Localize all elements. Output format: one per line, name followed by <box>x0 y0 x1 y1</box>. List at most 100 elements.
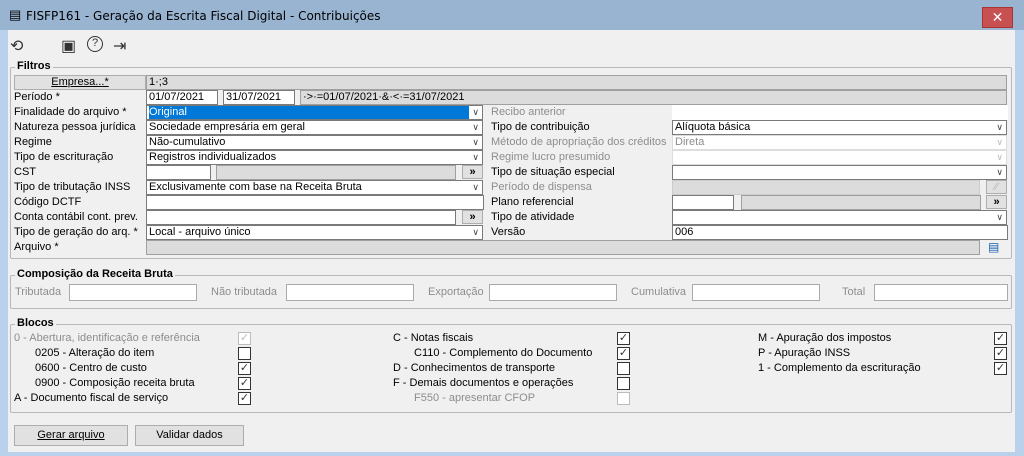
bloco-checkbox[interactable] <box>238 347 251 360</box>
blocos-legend: Blocos <box>15 317 56 329</box>
window-title: FISFP161 - Geração da Escrita Fiscal Dig… <box>26 9 381 23</box>
conta-input[interactable] <box>146 210 456 225</box>
arquivo-input[interactable] <box>146 240 980 255</box>
geracao-value: Local - arquivo único <box>149 226 251 238</box>
cst-description <box>216 165 456 180</box>
bloco-checkbox[interactable] <box>617 362 630 375</box>
bloco-label: 0900 - Composição receita bruta <box>35 377 195 389</box>
exportacao-label: Exportação <box>428 286 484 298</box>
atividade-select[interactable]: ∨ <box>672 210 1007 225</box>
chevron-down-icon: ∨ <box>996 167 1003 177</box>
periodo-expression: ·>·=01/07/2021·&·<·=31/07/2021 <box>300 90 1007 105</box>
total-input[interactable] <box>874 284 1008 301</box>
bloco-checkbox[interactable]: ✓ <box>238 392 251 405</box>
plano-lookup-button[interactable]: » <box>986 195 1007 209</box>
bloco-label: C110 - Complemento do Documento <box>414 347 593 359</box>
finalidade-value: Original <box>149 106 469 119</box>
inss-value: Exclusivamente com base na Receita Bruta <box>149 181 362 193</box>
contribuicao-value: Alíquota básica <box>675 121 751 133</box>
cst-label: CST <box>14 166 36 178</box>
bloco-checkbox <box>617 392 630 405</box>
dctf-label: Código DCTF <box>14 196 82 208</box>
bloco-label: F - Demais documentos e operações <box>393 377 574 389</box>
lucro-label: Regime lucro presumido <box>491 151 611 163</box>
escrituracao-value: Registros individualizados <box>149 151 277 163</box>
contribuicao-select[interactable]: Alíquota básica ∨ <box>672 120 1007 135</box>
contribuicao-label: Tipo de contribuição <box>491 121 590 133</box>
periodo-start-input[interactable]: 01/07/2021 <box>146 90 218 105</box>
regime-select[interactable]: Não-cumulativo ∨ <box>146 135 483 150</box>
dispensa-label: Período de dispensa <box>491 181 592 193</box>
cumulativa-label: Cumulativa <box>631 286 687 298</box>
chevron-down-icon: ∨ <box>472 227 479 237</box>
nao-tributada-label: Não tributada <box>211 286 278 298</box>
bloco-label: C - Notas fiscais <box>393 332 474 344</box>
dctf-input[interactable] <box>146 195 484 210</box>
filtros-legend: Filtros <box>15 60 53 72</box>
conta-label: Conta contábil cont. prev. <box>14 211 138 223</box>
chevron-down-icon: ∨ <box>996 137 1003 147</box>
escrituracao-select[interactable]: Registros individualizados ∨ <box>146 150 483 165</box>
help-icon[interactable]: ? <box>87 36 103 52</box>
cst-lookup-button[interactable]: » <box>462 165 483 179</box>
bloco-checkbox[interactable]: ✓ <box>238 362 251 375</box>
inss-select[interactable]: Exclusivamente com base na Receita Bruta… <box>146 180 483 195</box>
bloco-checkbox[interactable]: ✓ <box>238 377 251 390</box>
validar-label: Validar dados <box>156 429 223 441</box>
bloco-checkbox[interactable]: ✓ <box>994 362 1007 375</box>
finalidade-select[interactable]: Original ∨ <box>146 105 483 120</box>
undo-icon[interactable]: ⟲ <box>10 36 23 56</box>
plano-input[interactable] <box>672 195 734 210</box>
chevron-down-icon: ∨ <box>996 122 1003 132</box>
gerar-arquivo-button[interactable]: Gerar arquivo <box>14 425 128 446</box>
bloco-label: 0 - Abertura, identificação e referência <box>14 332 200 344</box>
cst-input[interactable] <box>146 165 211 180</box>
tributada-label: Tributada <box>15 286 62 298</box>
bloco-checkbox[interactable]: ✓ <box>994 347 1007 360</box>
bloco-checkbox[interactable]: ✓ <box>994 332 1007 345</box>
validar-dados-button[interactable]: Validar dados <box>135 425 244 446</box>
bloco-checkbox[interactable]: ✓ <box>617 332 630 345</box>
bloco-label: A - Documento fiscal de serviço <box>14 392 169 404</box>
composicao-legend: Composição da Receita Bruta <box>15 268 175 280</box>
title-bar: ▤ FISFP161 - Geração da Escrita Fiscal D… <box>0 0 1024 30</box>
arquivo-label: Arquivo * <box>14 241 59 253</box>
chevron-down-icon: ∨ <box>472 182 479 192</box>
gerar-label: Gerar arquivo <box>37 429 105 441</box>
dispensa-input <box>672 180 980 195</box>
exportacao-input[interactable] <box>489 284 617 301</box>
cumulativa-input[interactable] <box>692 284 820 301</box>
empresa-button[interactable]: Empresa...* <box>14 75 146 90</box>
bloco-checkbox[interactable]: ✓ <box>617 347 630 360</box>
situacao-select[interactable]: ∨ <box>672 165 1007 180</box>
escrituracao-label: Tipo de escrituração <box>14 151 114 163</box>
chevron-down-icon: ∨ <box>996 212 1003 222</box>
plano-label: Plano referencial <box>491 196 574 208</box>
plano-description <box>741 195 981 210</box>
exit-icon[interactable]: ⇥ <box>113 36 126 56</box>
recibo-label: Recibo anterior <box>491 106 566 118</box>
browse-file-icon[interactable]: ▤ <box>988 240 999 254</box>
natureza-select[interactable]: Sociedade empresária em geral ∨ <box>146 120 483 135</box>
metodo-value: Direta <box>675 136 705 148</box>
nao-tributada-input[interactable] <box>286 284 414 301</box>
recibo-input[interactable] <box>672 105 1008 120</box>
versao-input[interactable]: 006 <box>672 225 1008 240</box>
geracao-select[interactable]: Local - arquivo único ∨ <box>146 225 483 240</box>
chevron-down-icon: ∨ <box>472 152 479 162</box>
bloco-label: P - Apuração INSS <box>758 347 851 359</box>
calendar-icon[interactable]: ▣ <box>61 36 76 56</box>
document-icon: ▤ <box>9 7 22 22</box>
bloco-label: F550 - apresentar CFOP <box>414 392 536 404</box>
tributada-input[interactable] <box>69 284 197 301</box>
periodo-end-input[interactable]: 31/07/2021 <box>223 90 295 105</box>
chevron-down-icon: ∨ <box>472 107 479 117</box>
periodo-label: Período * <box>14 91 60 103</box>
regime-label: Regime <box>14 136 52 148</box>
chevron-down-icon: ∨ <box>996 152 1003 162</box>
regime-value: Não-cumulativo <box>149 136 226 148</box>
conta-lookup-button[interactable]: » <box>462 210 483 224</box>
close-button[interactable]: ✕ <box>982 7 1013 28</box>
situacao-label: Tipo de situação especial <box>491 166 615 178</box>
bloco-checkbox[interactable] <box>617 377 630 390</box>
